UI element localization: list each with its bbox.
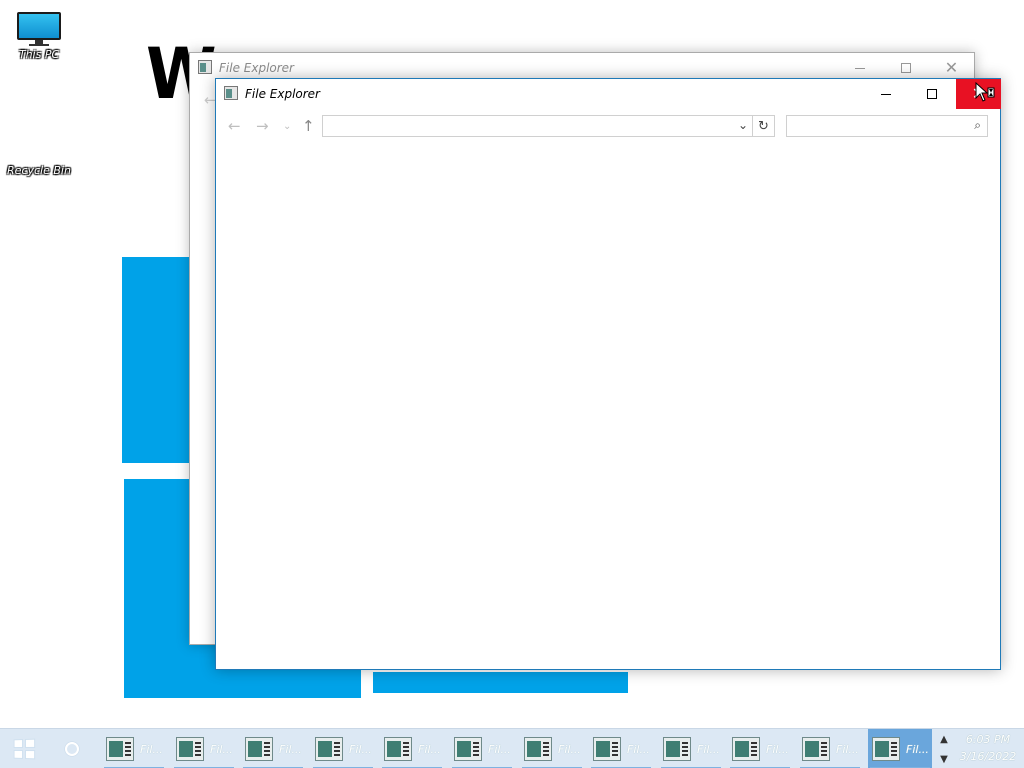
taskbar-item-label: Fil... — [766, 742, 789, 756]
taskbar-item-file-explorer[interactable]: Fil... — [728, 729, 792, 768]
file-explorer-icon — [176, 737, 204, 761]
taskbar-item-label: Fil... — [558, 742, 581, 756]
maximize-icon — [900, 63, 911, 73]
file-explorer-icon — [593, 737, 621, 761]
file-explorer-icon — [663, 737, 691, 761]
taskbar-item-file-explorer[interactable]: Fil... — [450, 729, 514, 768]
file-explorer-icon — [245, 737, 273, 761]
desktop-icon-label: This PC — [18, 48, 60, 61]
up-arrow-icon[interactable]: ↑ — [302, 117, 315, 135]
search-input[interactable]: ⌕ — [786, 115, 988, 137]
file-explorer-icon — [384, 737, 412, 761]
taskbar-item-file-explorer[interactable]: Fil... — [868, 729, 932, 768]
minimize-icon — [854, 67, 865, 69]
window-title: File Explorer — [219, 61, 294, 75]
taskbar-item-file-explorer[interactable]: Fil... — [659, 729, 723, 768]
file-explorer-icon — [106, 737, 134, 761]
close-icon: ✕ — [944, 58, 959, 77]
chevron-down-icon[interactable]: ▼ — [940, 754, 948, 765]
taskbar-item-file-explorer[interactable]: Fil... — [102, 729, 166, 768]
file-explorer-icon — [802, 737, 830, 761]
taskbar-item-file-explorer[interactable]: Fil... — [798, 729, 862, 768]
taskbar-item-label: Fil... — [210, 742, 233, 756]
forward-arrow-icon[interactable]: → — [256, 117, 269, 135]
taskbar-item-label: Fil... — [349, 742, 372, 756]
taskbar-item-label: Fil... — [418, 742, 441, 756]
back-arrow-icon[interactable]: ← — [228, 117, 241, 135]
desktop-icon-label: Recycle Bin — [7, 164, 71, 177]
taskbar-item-label: Fil... — [488, 742, 511, 756]
chevron-down-icon[interactable]: ⌄ — [738, 118, 748, 132]
search-icon: ⌕ — [974, 118, 981, 132]
refresh-button[interactable]: ↻ — [753, 115, 775, 137]
taskbar-item-file-explorer[interactable]: Fil... — [241, 729, 305, 768]
taskbar-item-label: Fil... — [279, 742, 302, 756]
recycle-bin-icon — [4, 130, 74, 164]
taskbar-item-label: Fil... — [627, 742, 650, 756]
file-explorer-icon — [872, 737, 900, 761]
clock-date: 3/16/2022 — [959, 750, 1017, 763]
windows-logo-icon — [13, 738, 36, 760]
maximize-button[interactable] — [909, 79, 954, 109]
taskbar-item-label: Fil... — [140, 742, 163, 756]
recent-locations-chevron-icon[interactable]: ⌄ — [283, 121, 291, 132]
taskbar-item-file-explorer[interactable]: Fil... — [520, 729, 584, 768]
taskbar-item-file-explorer[interactable]: Fil... — [172, 729, 236, 768]
clock-time: 6:03 PM — [965, 733, 1011, 746]
taskbar-item-file-explorer[interactable]: Fil... — [311, 729, 375, 768]
minimize-button[interactable] — [863, 79, 908, 109]
busy-cursor-icon — [975, 82, 995, 102]
wallpaper-tile — [373, 672, 628, 693]
taskbar-item-label: Fil... — [697, 742, 720, 756]
taskbar: Fil... Fil... Fil... Fil... Fil... Fil... Fil.… — [0, 728, 1024, 768]
taskbar-item-label: Fil... — [906, 742, 929, 756]
start-button[interactable] — [0, 729, 48, 768]
file-explorer-icon — [454, 737, 482, 761]
cortana-circle-icon — [65, 742, 79, 756]
title-bar[interactable]: File Explorer ✕ — [216, 79, 1001, 109]
taskbar-item-file-explorer[interactable]: Fil... — [380, 729, 444, 768]
desktop-icon-recycle-bin[interactable]: Recycle Bin — [4, 130, 74, 177]
maximize-icon — [926, 89, 937, 99]
file-explorer-window[interactable]: File Explorer ✕ ← → ⌄ ↑ ⌄ ↻ ⌕ — [215, 78, 1001, 670]
chevron-up-icon[interactable]: ▲ — [940, 734, 948, 745]
address-bar[interactable]: ⌄ — [322, 115, 753, 137]
window-title: File Explorer — [245, 87, 320, 101]
cortana-button[interactable] — [48, 729, 96, 768]
taskbar-scroll[interactable]: ▲ ▼ — [936, 729, 952, 768]
file-explorer-icon — [524, 737, 552, 761]
minimize-icon — [880, 93, 891, 95]
taskbar-item-file-explorer[interactable]: Fil... — [589, 729, 653, 768]
system-clock[interactable]: 6:03 PM 3/16/2022 — [956, 731, 1020, 765]
desktop-icon-this-pc[interactable]: This PC — [4, 12, 74, 61]
file-explorer-icon — [315, 737, 343, 761]
refresh-icon: ↻ — [758, 118, 769, 134]
file-explorer-icon — [198, 60, 212, 74]
taskbar-item-label: Fil... — [836, 742, 859, 756]
monitor-icon — [17, 12, 61, 46]
file-explorer-icon — [224, 86, 238, 100]
file-explorer-icon — [732, 737, 760, 761]
